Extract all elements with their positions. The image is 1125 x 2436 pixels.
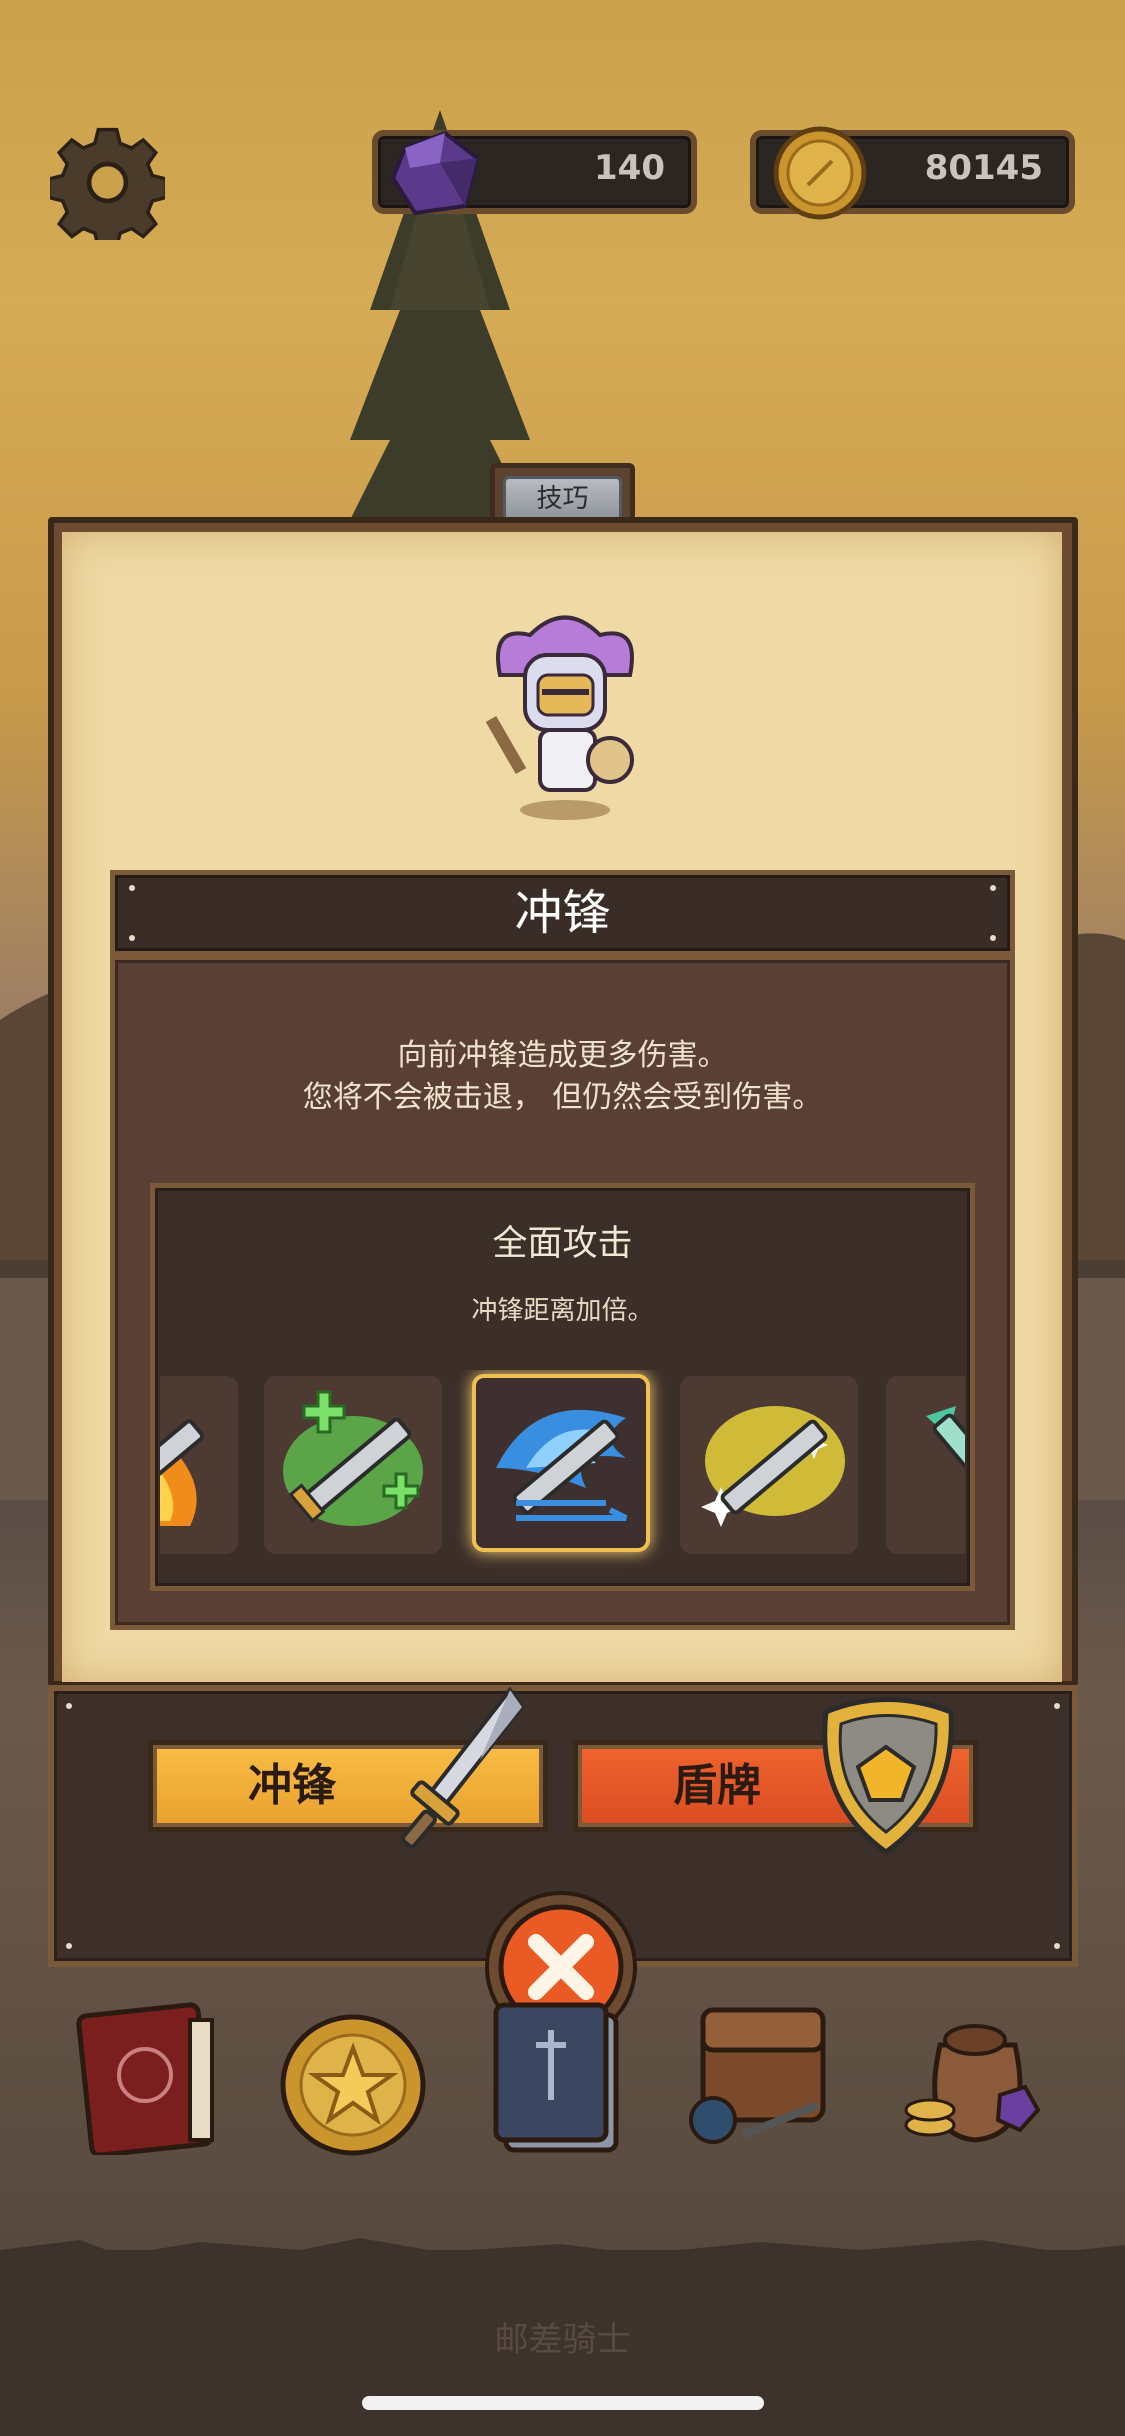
tab-skills-label: 技巧	[503, 476, 622, 522]
skill-description-line-1: 向前冲锋造成更多伤害。	[397, 1038, 728, 1073]
upgrade-slot-wind-selected[interactable]	[472, 1374, 650, 1552]
settings-gear-icon[interactable]	[50, 125, 165, 240]
upgrade-slot-fire[interactable]	[160, 1376, 238, 1554]
gold-coin-icon	[773, 126, 867, 220]
upgrade-slot-heal[interactable]	[264, 1376, 442, 1554]
wind-sword-icon	[496, 1409, 628, 1521]
gem-count: 140	[594, 148, 665, 188]
upgrade-title: 全面攻击	[492, 1224, 633, 1264]
coin-count: 80145	[924, 148, 1043, 188]
purple-gem-icon	[390, 130, 480, 216]
star-coin-icon[interactable]	[278, 2000, 428, 2170]
upgrade-slot-arrow[interactable]	[886, 1376, 965, 1554]
tab-skills[interactable]: 技巧	[490, 463, 635, 523]
charge-button-label: 冲锋	[248, 1760, 336, 1811]
upgrade-slot-light[interactable]	[680, 1376, 858, 1554]
arrow-sword-icon	[926, 1406, 965, 1521]
upgrade-description: 冲锋距离加倍。	[471, 1296, 654, 1326]
book-icon[interactable]	[75, 1985, 225, 2155]
knight-hero-avatar	[485, 615, 634, 820]
skill-description-line-2: 您将不会被击退， 但仍然会受到伤害。	[302, 1080, 823, 1115]
heal-sword-icon	[283, 1390, 423, 1526]
footer-title: 邮差骑士	[494, 2320, 631, 2360]
fire-sword-icon	[160, 1419, 205, 1526]
home-indicator[interactable]	[362, 2396, 764, 2410]
light-sword-icon	[701, 1406, 845, 1527]
upgrade-carousel[interactable]	[160, 1370, 965, 1570]
shield-icon	[822, 1697, 954, 1856]
skill-name: 冲锋	[514, 885, 611, 941]
backpack-icon[interactable]	[683, 1985, 833, 2155]
skill-title-bar: 冲锋	[110, 870, 1015, 956]
shield-button-label: 盾牌	[673, 1760, 761, 1811]
loot-bag-icon[interactable]	[900, 1985, 1050, 2155]
sword-icon	[401, 1686, 525, 1849]
cards-icon[interactable]	[486, 1985, 636, 2155]
